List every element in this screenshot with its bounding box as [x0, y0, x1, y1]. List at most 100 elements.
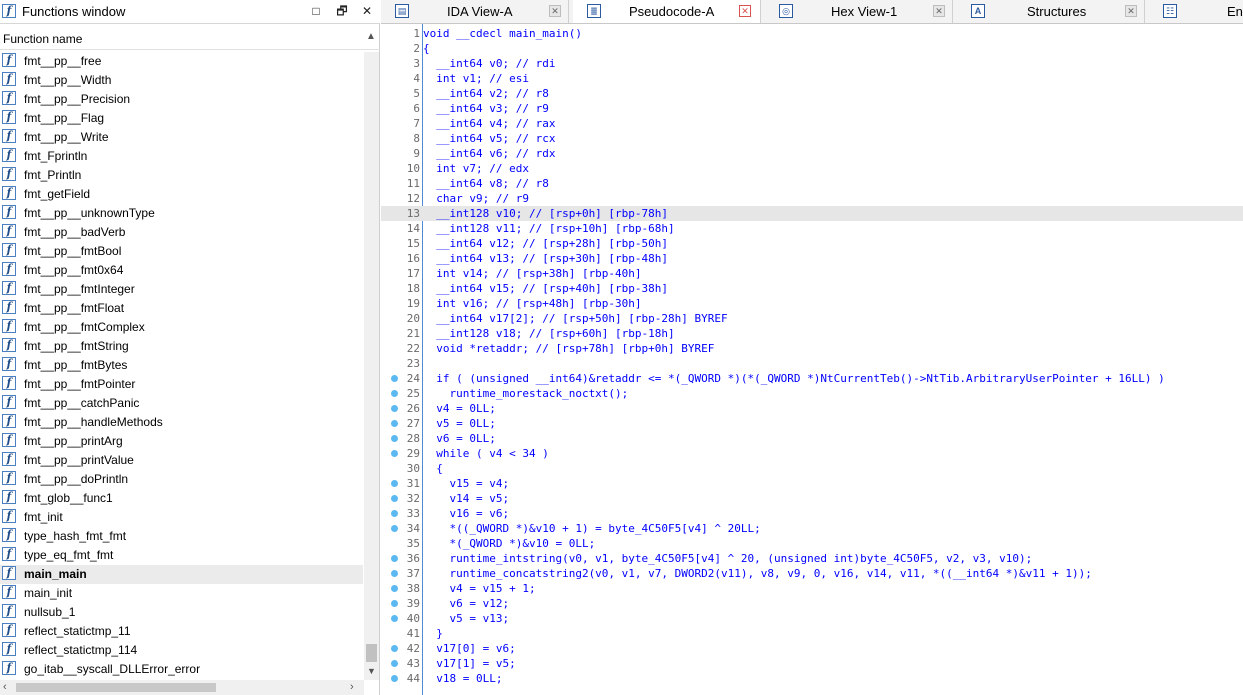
- code-line[interactable]: 36 runtime_intstring(v0, v1, byte_4C50F5…: [381, 551, 1243, 566]
- code-text[interactable]: __int64 v4; // rax: [423, 116, 555, 131]
- code-line[interactable]: 18 __int64 v15; // [rsp+40h] [rbp-38h]: [381, 281, 1243, 296]
- function-list-item[interactable]: f fmt__pp__badVerb: [0, 223, 363, 242]
- code-line[interactable]: 31 v15 = v4;: [381, 476, 1243, 491]
- breakpoint-dot-icon[interactable]: [391, 645, 398, 652]
- tab-close-icon[interactable]: ✕: [1125, 5, 1137, 17]
- code-text[interactable]: __int64 v12; // [rsp+28h] [rbp-50h]: [423, 236, 668, 251]
- code-line[interactable]: 21 __int128 v18; // [rsp+60h] [rbp-18h]: [381, 326, 1243, 341]
- code-line[interactable]: 22 void *retaddr; // [rsp+78h] [rbp+0h] …: [381, 341, 1243, 356]
- function-list-item[interactable]: f nullsub_1: [0, 603, 363, 622]
- code-line[interactable]: 11 __int64 v8; // r8: [381, 176, 1243, 191]
- code-text[interactable]: void *retaddr; // [rsp+78h] [rbp+0h] BYR…: [423, 341, 714, 356]
- breakpoint-dot-icon[interactable]: [391, 570, 398, 577]
- code-line[interactable]: 42 v17[0] = v6;: [381, 641, 1243, 656]
- function-list-item[interactable]: f fmt__pp__fmt0x64: [0, 261, 363, 280]
- code-line[interactable]: 6 __int64 v3; // r9: [381, 101, 1243, 116]
- code-text[interactable]: v14 = v5;: [423, 491, 509, 506]
- breakpoint-dot-icon[interactable]: [391, 405, 398, 412]
- function-list-item[interactable]: f main_init: [0, 584, 363, 603]
- code-line[interactable]: 43 v17[1] = v5;: [381, 656, 1243, 671]
- code-text[interactable]: runtime_concatstring2(v0, v1, v7, DWORD2…: [423, 566, 1091, 581]
- code-text[interactable]: int v14; // [rsp+38h] [rbp-40h]: [423, 266, 641, 281]
- tab-structures[interactable]: A Structures ✕: [957, 0, 1145, 23]
- breakpoint-dot-icon[interactable]: [391, 420, 398, 427]
- scroll-left-icon[interactable]: ‹: [3, 681, 7, 693]
- function-list-item[interactable]: f fmt__pp__fmtInteger: [0, 280, 363, 299]
- minimize-button[interactable]: □: [309, 4, 323, 18]
- breakpoint-dot-icon[interactable]: [391, 450, 398, 457]
- code-line[interactable]: 30 {: [381, 461, 1243, 476]
- code-text[interactable]: __int64 v8; // r8: [423, 176, 549, 191]
- code-line[interactable]: 8 __int64 v5; // rcx: [381, 131, 1243, 146]
- tab-hex-view[interactable]: ◎ Hex View-1 ✕: [765, 0, 953, 23]
- code-line[interactable]: 17 int v14; // [rsp+38h] [rbp-40h]: [381, 266, 1243, 281]
- code-line[interactable]: 44 v18 = 0LL;: [381, 671, 1243, 686]
- breakpoint-dot-icon[interactable]: [391, 510, 398, 517]
- function-name-column-header[interactable]: Function name ▲: [0, 28, 380, 50]
- code-text[interactable]: {: [423, 461, 443, 476]
- code-text[interactable]: *(_QWORD *)&v10 = 0LL;: [423, 536, 595, 551]
- function-list-item[interactable]: f fmt__pp__handleMethods: [0, 413, 363, 432]
- close-button[interactable]: ✕: [360, 4, 374, 18]
- restore-button[interactable]: 🗗: [335, 4, 349, 18]
- function-list-item[interactable]: f fmt__pp__Precision: [0, 90, 363, 109]
- code-text[interactable]: char v9; // r9: [423, 191, 529, 206]
- code-text[interactable]: while ( v4 < 34 ): [423, 446, 549, 461]
- horizontal-scrollbar[interactable]: ‹ ›: [0, 680, 364, 695]
- code-line[interactable]: 23: [381, 356, 1243, 371]
- tab-close-icon[interactable]: ✕: [933, 5, 945, 17]
- code-text[interactable]: runtime_morestack_noctxt();: [423, 386, 628, 401]
- code-text[interactable]: __int128 v11; // [rsp+10h] [rbp-68h]: [423, 221, 674, 236]
- breakpoint-dot-icon[interactable]: [391, 480, 398, 487]
- code-text[interactable]: v4 = v15 + 1;: [423, 581, 535, 596]
- code-text[interactable]: v17[1] = v5;: [423, 656, 515, 671]
- function-list-item[interactable]: f fmt__pp__fmtBool: [0, 242, 363, 261]
- function-list-item[interactable]: f go_itab__syscall_DLLError_error: [0, 660, 363, 679]
- function-list-item[interactable]: f type_eq_fmt_fmt: [0, 546, 363, 565]
- code-line[interactable]: 40 v5 = v13;: [381, 611, 1243, 626]
- tab-pseudocode[interactable]: ≣ Pseudocode-A ✕: [573, 0, 761, 23]
- code-text[interactable]: __int64 v5; // rcx: [423, 131, 555, 146]
- tab-ida-view[interactable]: ▤ IDA View-A ✕: [381, 0, 569, 23]
- code-line[interactable]: 19 int v16; // [rsp+48h] [rbp-30h]: [381, 296, 1243, 311]
- code-text[interactable]: __int128 v10; // [rsp+0h] [rbp-78h]: [423, 206, 668, 221]
- breakpoint-dot-icon[interactable]: [391, 615, 398, 622]
- code-text[interactable]: v6 = v12;: [423, 596, 509, 611]
- function-list-item[interactable]: f fmt__pp__fmtBytes: [0, 356, 363, 375]
- code-text[interactable]: __int128 v18; // [rsp+60h] [rbp-18h]: [423, 326, 674, 341]
- scroll-down-icon[interactable]: ▼: [366, 666, 377, 676]
- function-list-item[interactable]: f fmt__pp__doPrintln: [0, 470, 363, 489]
- function-list-item[interactable]: f fmt_getField: [0, 185, 363, 204]
- function-list-item[interactable]: f fmt__pp__fmtPointer: [0, 375, 363, 394]
- code-line[interactable]: 2{: [381, 41, 1243, 56]
- function-list-item[interactable]: f fmt_glob__func1: [0, 489, 363, 508]
- function-list-item[interactable]: f fmt__pp__fmtComplex: [0, 318, 363, 337]
- code-line[interactable]: 15 __int64 v12; // [rsp+28h] [rbp-50h]: [381, 236, 1243, 251]
- vertical-scrollbar[interactable]: ▼: [364, 52, 379, 680]
- breakpoint-dot-icon[interactable]: [391, 375, 398, 382]
- function-list-item[interactable]: f fmt__pp__Write: [0, 128, 363, 147]
- code-line[interactable]: 20 __int64 v17[2]; // [rsp+50h] [rbp-28h…: [381, 311, 1243, 326]
- code-text[interactable]: __int64 v17[2]; // [rsp+50h] [rbp-28h] B…: [423, 311, 727, 326]
- code-line[interactable]: 33 v16 = v6;: [381, 506, 1243, 521]
- code-line[interactable]: 1 void __cdecl main_main(): [381, 26, 1243, 41]
- code-text[interactable]: __int64 v15; // [rsp+40h] [rbp-38h]: [423, 281, 668, 296]
- code-line[interactable]: 38 v4 = v15 + 1;: [381, 581, 1243, 596]
- code-text[interactable]: v16 = v6;: [423, 506, 509, 521]
- function-list-item[interactable]: f fmt__pp__printArg: [0, 432, 363, 451]
- code-text[interactable]: int v1; // esi: [423, 71, 529, 86]
- breakpoint-dot-icon[interactable]: [391, 435, 398, 442]
- code-text[interactable]: v15 = v4;: [423, 476, 509, 491]
- breakpoint-dot-icon[interactable]: [391, 390, 398, 397]
- function-list-item[interactable]: f main_main: [0, 565, 363, 584]
- function-list-item[interactable]: f fmt_Println: [0, 166, 363, 185]
- code-text[interactable]: if ( (unsigned __int64)&retaddr <= *(_QW…: [423, 371, 1165, 386]
- code-line[interactable]: 39 v6 = v12;: [381, 596, 1243, 611]
- code-line[interactable]: 12 char v9; // r9: [381, 191, 1243, 206]
- code-line[interactable]: 41 }: [381, 626, 1243, 641]
- code-line[interactable]: 26 v4 = 0LL;: [381, 401, 1243, 416]
- code-line[interactable]: 34 *((_QWORD *)&v10 + 1) = byte_4C50F5[v…: [381, 521, 1243, 536]
- code-line[interactable]: 35 *(_QWORD *)&v10 = 0LL;: [381, 536, 1243, 551]
- code-text[interactable]: v5 = v13;: [423, 611, 509, 626]
- code-text[interactable]: {: [423, 41, 430, 56]
